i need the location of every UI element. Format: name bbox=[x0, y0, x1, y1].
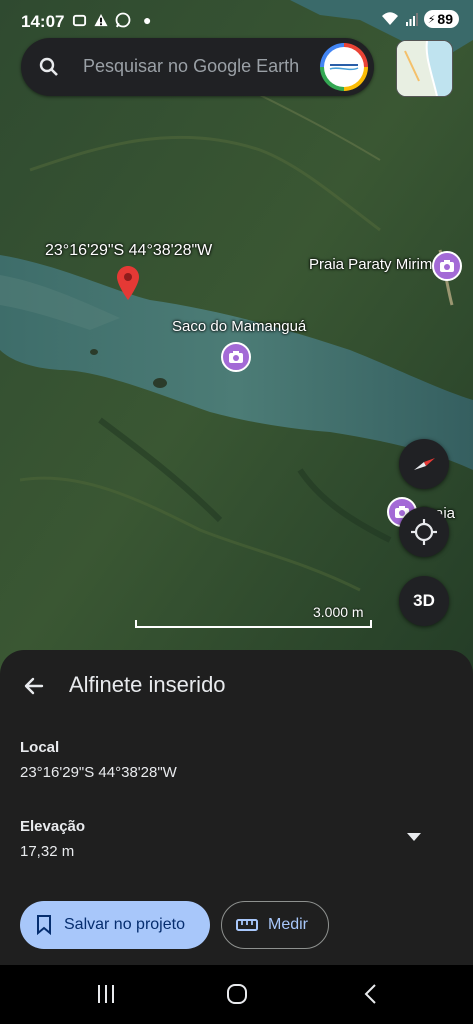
pin-details-sheet: Alfinete inserido Local 23°16'29"S 44°38… bbox=[0, 650, 473, 965]
location-label: Local bbox=[20, 739, 60, 756]
status-notification-icons: ● bbox=[72, 12, 151, 28]
status-bar: 14:07 ● ⚡ 89 bbox=[0, 0, 473, 40]
signal-icon bbox=[405, 13, 418, 26]
compass-icon bbox=[414, 458, 435, 470]
map-thumbnail-icon bbox=[397, 41, 452, 96]
scale-bar bbox=[135, 620, 372, 628]
screenshot-icon bbox=[72, 14, 87, 26]
place-label-praia-paraty-mirim[interactable]: Praia Paraty Mirim bbox=[309, 256, 432, 273]
status-system-icons: ⚡ 89 bbox=[380, 10, 459, 28]
my-location-button[interactable] bbox=[399, 507, 449, 557]
system-navigation-bar bbox=[0, 965, 473, 1024]
wifi-icon bbox=[381, 12, 398, 25]
elevation-value: 17,32 m bbox=[20, 843, 75, 860]
toggle-3d-button[interactable]: 3D bbox=[399, 576, 449, 626]
recent-apps-icon[interactable] bbox=[95, 983, 117, 1005]
back-nav-icon[interactable] bbox=[360, 983, 382, 1005]
status-time: 14:07 bbox=[21, 12, 65, 31]
compass-button[interactable] bbox=[399, 439, 449, 489]
elevation-label: Elevação bbox=[20, 818, 86, 835]
home-icon[interactable] bbox=[226, 983, 248, 1005]
camera-icon bbox=[440, 260, 454, 272]
location-value: 23°16'29"S 44°38'28"W bbox=[20, 764, 177, 781]
camera-icon bbox=[229, 351, 243, 363]
map-style-button[interactable] bbox=[396, 40, 453, 97]
pin-coordinates-label: 23°16'29"S 44°38'28"W bbox=[45, 242, 213, 259]
poi-photo-marker-paraty-mirim[interactable] bbox=[432, 251, 462, 281]
chevron-down-icon[interactable] bbox=[406, 832, 422, 842]
map-terrain bbox=[0, 0, 473, 680]
ruler-icon bbox=[236, 919, 258, 931]
bookmark-icon bbox=[37, 915, 51, 935]
sheet-title: Alfinete inserido bbox=[69, 672, 226, 697]
account-avatar[interactable] bbox=[320, 43, 368, 91]
save-to-project-label: Salvar no projeto bbox=[64, 916, 185, 933]
scale-bar-label: 3.000 m bbox=[313, 604, 364, 620]
dot-icon: ● bbox=[143, 12, 152, 28]
satellite-map[interactable] bbox=[0, 0, 473, 680]
place-label-saco-do-mamangua[interactable]: Saco do Mamanguá bbox=[172, 318, 306, 335]
poi-photo-marker-saco-do-mamangua[interactable] bbox=[221, 342, 251, 372]
measure-button[interactable]: Medir bbox=[221, 901, 329, 949]
measure-label: Medir bbox=[268, 916, 309, 933]
back-arrow-icon[interactable] bbox=[22, 674, 46, 698]
save-to-project-button[interactable]: Salvar no projeto bbox=[20, 901, 210, 949]
dropped-pin-icon[interactable] bbox=[117, 266, 139, 300]
battery-level: 89 bbox=[437, 11, 453, 27]
search-icon bbox=[39, 57, 58, 76]
battery-icon: ⚡ 89 bbox=[423, 10, 459, 28]
avatar-logo-icon bbox=[329, 64, 359, 71]
whatsapp-icon bbox=[115, 12, 131, 28]
alert-icon bbox=[94, 13, 108, 26]
crosshair-icon bbox=[411, 519, 437, 545]
search-input[interactable]: Pesquisar no Google Earth bbox=[83, 56, 299, 77]
